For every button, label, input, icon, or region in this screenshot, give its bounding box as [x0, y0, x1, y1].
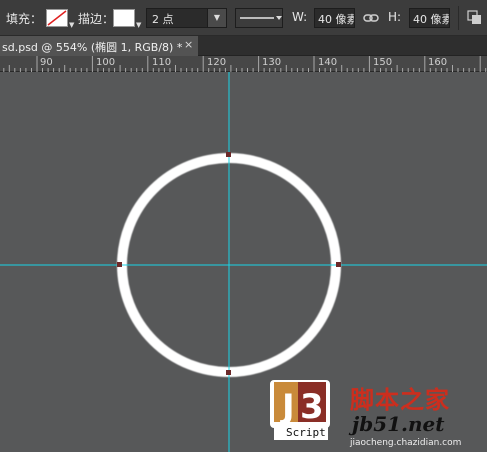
stroke-dropdown-arrow-icon[interactable]: ▼: [136, 22, 141, 29]
options-divider: [458, 6, 459, 30]
line-style-icon: [240, 16, 282, 20]
ruler-label: 160: [428, 57, 448, 68]
fill-label: 填充：: [6, 12, 43, 26]
height-value: 40 像素: [413, 13, 450, 26]
photoshop-window: 填充： ▼ 描边： ▼ 2 点 ▼ W: 40 像素 H: 40 像素 sd.p…: [0, 0, 487, 452]
anchor-point-top[interactable]: [226, 152, 231, 157]
ruler-ticks: [3, 56, 487, 72]
anchor-point-left[interactable]: [117, 262, 122, 267]
watermark-subdomain: jiaocheng.chazidian.com: [350, 438, 462, 448]
ruler-label: 150: [373, 57, 393, 68]
fill-dropdown-arrow-icon[interactable]: ▼: [69, 22, 74, 29]
fill-swatch[interactable]: [46, 9, 68, 27]
close-icon[interactable]: ×: [184, 38, 193, 51]
stroke-width-dropdown[interactable]: 2 点 ▼: [146, 8, 227, 28]
height-label: H:: [388, 10, 402, 24]
stroke-swatch[interactable]: [113, 9, 135, 27]
anchor-point-right[interactable]: [336, 262, 341, 267]
ruler-label: 100: [96, 57, 116, 68]
ruler-label: 90: [40, 57, 53, 68]
path-operations-icon[interactable]: [467, 10, 483, 26]
stroke-label: 描边：: [78, 12, 115, 26]
height-input[interactable]: 40 像素: [409, 8, 450, 28]
watermark-script-label: Script: [286, 426, 326, 439]
svg-text:J: J: [280, 387, 295, 427]
document-tab[interactable]: sd.psd @ 554% (椭圆 1, RGB/8) * ×: [0, 36, 198, 56]
watermark-domain: jb51.net: [352, 412, 445, 436]
no-fill-icon: [47, 10, 67, 26]
width-value: 40 像素: [318, 13, 355, 26]
link-dimensions-icon[interactable]: [363, 12, 379, 24]
stroke-type-dropdown[interactable]: [235, 8, 283, 28]
horizontal-ruler[interactable]: 90 100 110 120 130 140 150 160: [0, 56, 487, 72]
chevron-down-icon[interactable]: ▼: [207, 9, 226, 27]
watermark-site-name: 脚本之家: [350, 386, 450, 414]
ruler-label: 120: [207, 57, 227, 68]
anchor-point-bottom[interactable]: [226, 370, 231, 375]
document-title: sd.psd @ 554% (椭圆 1, RGB/8) *: [2, 41, 183, 54]
width-label: W:: [292, 10, 308, 24]
document-tab-bar: sd.psd @ 554% (椭圆 1, RGB/8) * ×: [0, 36, 487, 56]
svg-text:3: 3: [300, 387, 324, 427]
watermark: J 3 Script 脚本之家 jb51.net jiaocheng.chazi…: [268, 376, 487, 452]
ruler-label: 110: [152, 57, 172, 68]
ruler-label: 140: [318, 57, 338, 68]
width-input[interactable]: 40 像素: [314, 8, 355, 28]
stroke-width-value: 2 点: [152, 13, 174, 26]
options-bar: 填充： ▼ 描边： ▼ 2 点 ▼ W: 40 像素 H: 40 像素: [0, 0, 487, 36]
ruler-label: 130: [262, 57, 282, 68]
